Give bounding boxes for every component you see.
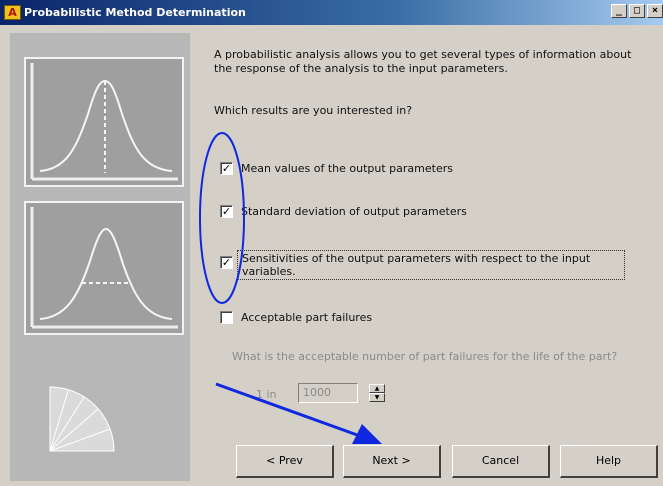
standard-deviation-checkbox[interactable]: ✓ — [220, 205, 233, 218]
option-standard-deviation[interactable]: ✓ Standard deviation of output parameter… — [220, 205, 467, 218]
window-title: Probabilistic Method Determination — [24, 6, 246, 19]
mean-values-checkbox[interactable]: ✓ — [220, 162, 233, 175]
option-acceptable-failures[interactable]: Acceptable part failures — [220, 311, 372, 324]
window-controls: _ □ × — [611, 4, 663, 18]
standard-deviation-label: Standard deviation of output parameters — [241, 205, 467, 218]
app-logo-icon: A — [4, 5, 21, 20]
pie-chart-image — [49, 386, 115, 452]
minimize-button[interactable]: _ — [611, 4, 627, 18]
normal-distribution-deviation-image — [24, 201, 184, 335]
failures-input[interactable]: 1000 — [298, 383, 358, 403]
illustration-panel — [10, 33, 190, 481]
option-mean-values[interactable]: ✓ Mean values of the output parameters — [220, 162, 453, 175]
spin-up-icon[interactable]: ▲ — [369, 384, 385, 393]
dialog-window: A Probabilistic Method Determination _ □… — [0, 0, 663, 486]
acceptable-failures-label: Acceptable part failures — [241, 311, 373, 324]
failures-spinner[interactable]: ▲ ▼ — [369, 384, 385, 402]
close-button[interactable]: × — [647, 4, 663, 18]
intro-text: A probabilistic analysis allows you to g… — [214, 48, 632, 75]
title-bar: A Probabilistic Method Determination _ □… — [0, 0, 663, 25]
failures-prompt: What is the acceptable number of part fa… — [232, 350, 618, 363]
sensitivities-label: Sensitivities of the output parameters w… — [237, 250, 625, 280]
prev-button[interactable]: < Prev — [236, 445, 334, 478]
mean-values-label: Mean values of the output parameters — [241, 162, 453, 175]
sensitivities-checkbox[interactable]: ✓ — [220, 256, 233, 269]
next-button[interactable]: Next > — [343, 445, 441, 478]
failures-field-label: 1 in — [256, 388, 277, 401]
acceptable-failures-checkbox[interactable] — [220, 311, 233, 324]
normal-distribution-mean-image — [24, 57, 184, 187]
cancel-button[interactable]: Cancel — [452, 445, 550, 478]
spin-down-icon[interactable]: ▼ — [369, 393, 385, 402]
maximize-button[interactable]: □ — [629, 4, 645, 18]
question-text: Which results are you interested in? — [214, 104, 413, 117]
annotation-arrow-head — [352, 424, 382, 444]
help-button[interactable]: Help — [560, 445, 658, 478]
option-sensitivities[interactable]: ✓ Sensitivities of the output parameters… — [220, 250, 625, 280]
